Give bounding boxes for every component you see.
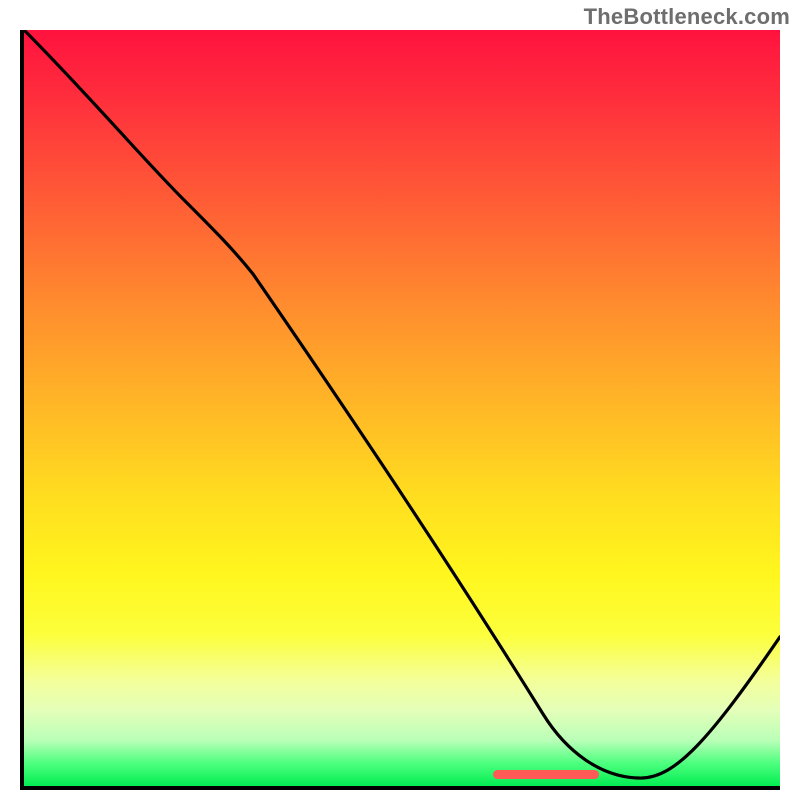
optimal-range-marker: [493, 770, 599, 779]
curve-path: [24, 30, 780, 778]
watermark-text: TheBottleneck.com: [584, 4, 790, 30]
chart-stage: TheBottleneck.com: [0, 0, 800, 800]
plot-area: [20, 30, 780, 790]
bottleneck-curve: [24, 30, 780, 786]
